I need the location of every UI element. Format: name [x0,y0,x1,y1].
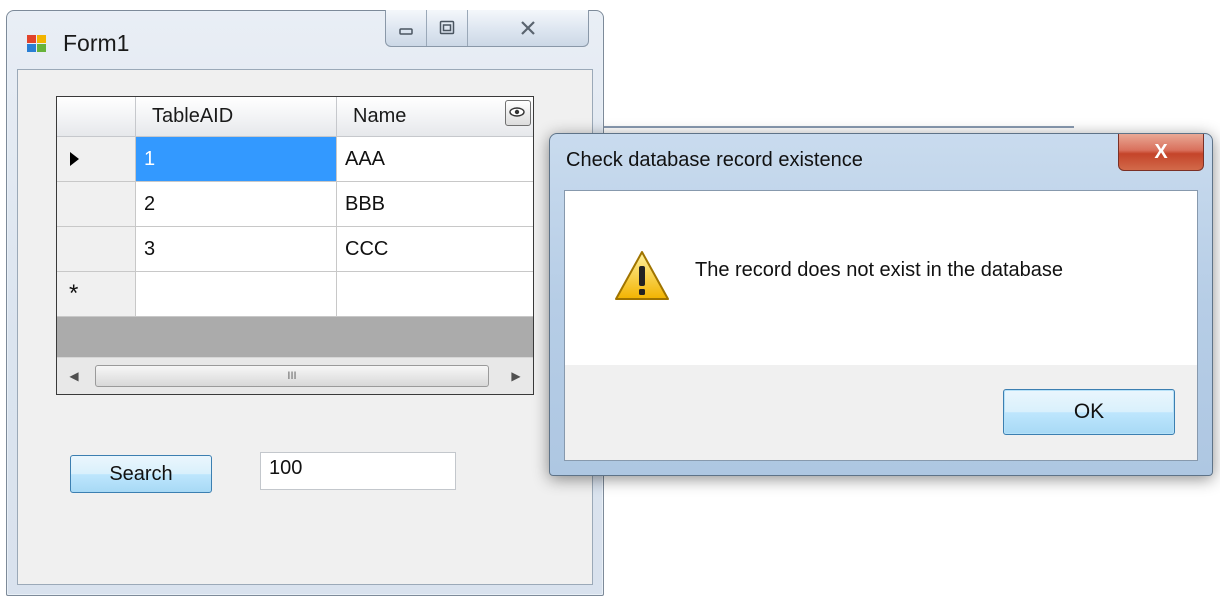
horizontal-scrollbar[interactable]: ◀ III ▶ [57,357,533,394]
column-header-name-label: Name [353,105,407,127]
table-row[interactable]: 2 BBB [57,182,533,227]
app-icon [27,35,47,53]
search-button[interactable]: Search [70,455,212,493]
minimize-button[interactable] [386,10,427,46]
row-header[interactable] [57,227,136,271]
scroll-right-arrow-icon[interactable]: ▶ [499,358,533,394]
minimize-icon [399,28,413,35]
row-header[interactable] [57,182,136,226]
new-row[interactable]: * [57,272,533,317]
cell-name[interactable]: CCC [337,227,533,271]
table-row[interactable]: 1 AAA [57,137,533,182]
close-icon: X [1154,140,1168,163]
dialog-message: The record does not exist in the databas… [695,259,1064,281]
cell-tableaid[interactable]: 2 [136,182,337,226]
new-row-icon: * [69,280,79,307]
current-row-icon [70,152,79,166]
ok-button[interactable]: OK [1003,389,1175,435]
message-box-dialog: Check database record existence X The re… [549,133,1213,476]
scroll-grip: III [287,370,297,382]
dialog-body: The record does not exist in the databas… [564,190,1198,461]
scroll-left-arrow-icon[interactable]: ◀ [57,358,91,394]
cell-tableaid[interactable]: 1 [136,137,337,181]
form1-titlebar[interactable]: Form1 [7,10,603,69]
cell-name[interactable] [337,272,533,316]
column-chooser-button[interactable] [505,100,531,126]
column-header-name[interactable]: Name [337,97,533,136]
window-controls [385,10,589,47]
cell-tableaid[interactable]: 3 [136,227,337,271]
row-header[interactable] [57,137,136,181]
cell-tableaid[interactable] [136,272,337,316]
warning-icon [615,251,669,300]
data-grid[interactable]: TableAID Name 1 AAA 2 BBB 3 CCC * ◀ III … [56,96,534,395]
grid-corner-header[interactable] [57,97,136,136]
cell-name[interactable]: AAA [337,137,533,181]
form1-client-area: TableAID Name 1 AAA 2 BBB 3 CCC * ◀ III … [17,69,593,585]
background-window-edge [602,126,1074,128]
dialog-content: The record does not exist in the databas… [565,191,1197,365]
cell-name[interactable]: BBB [337,182,533,226]
close-button[interactable] [468,10,588,46]
row-header[interactable]: * [57,272,136,316]
eye-icon [509,107,525,117]
window-title: Form1 [63,30,130,56]
close-icon [521,21,535,35]
column-header-tableaid[interactable]: TableAID [136,97,337,136]
maximize-icon [439,20,455,35]
maximize-button[interactable] [427,10,468,46]
dialog-close-button[interactable]: X [1118,134,1204,171]
dialog-title: Check database record existence [566,149,863,171]
table-row[interactable]: 3 CCC [57,227,533,272]
search-input[interactable]: 100 [260,452,456,490]
scroll-thumb[interactable]: III [95,365,489,387]
form1-window: Form1 TableAID Name 1 AAA 2 BBB 3 CCC * … [6,10,604,596]
grid-rows: 1 AAA 2 BBB 3 CCC * [57,137,533,317]
background-window [602,88,1074,128]
grid-header: TableAID Name [57,97,533,137]
